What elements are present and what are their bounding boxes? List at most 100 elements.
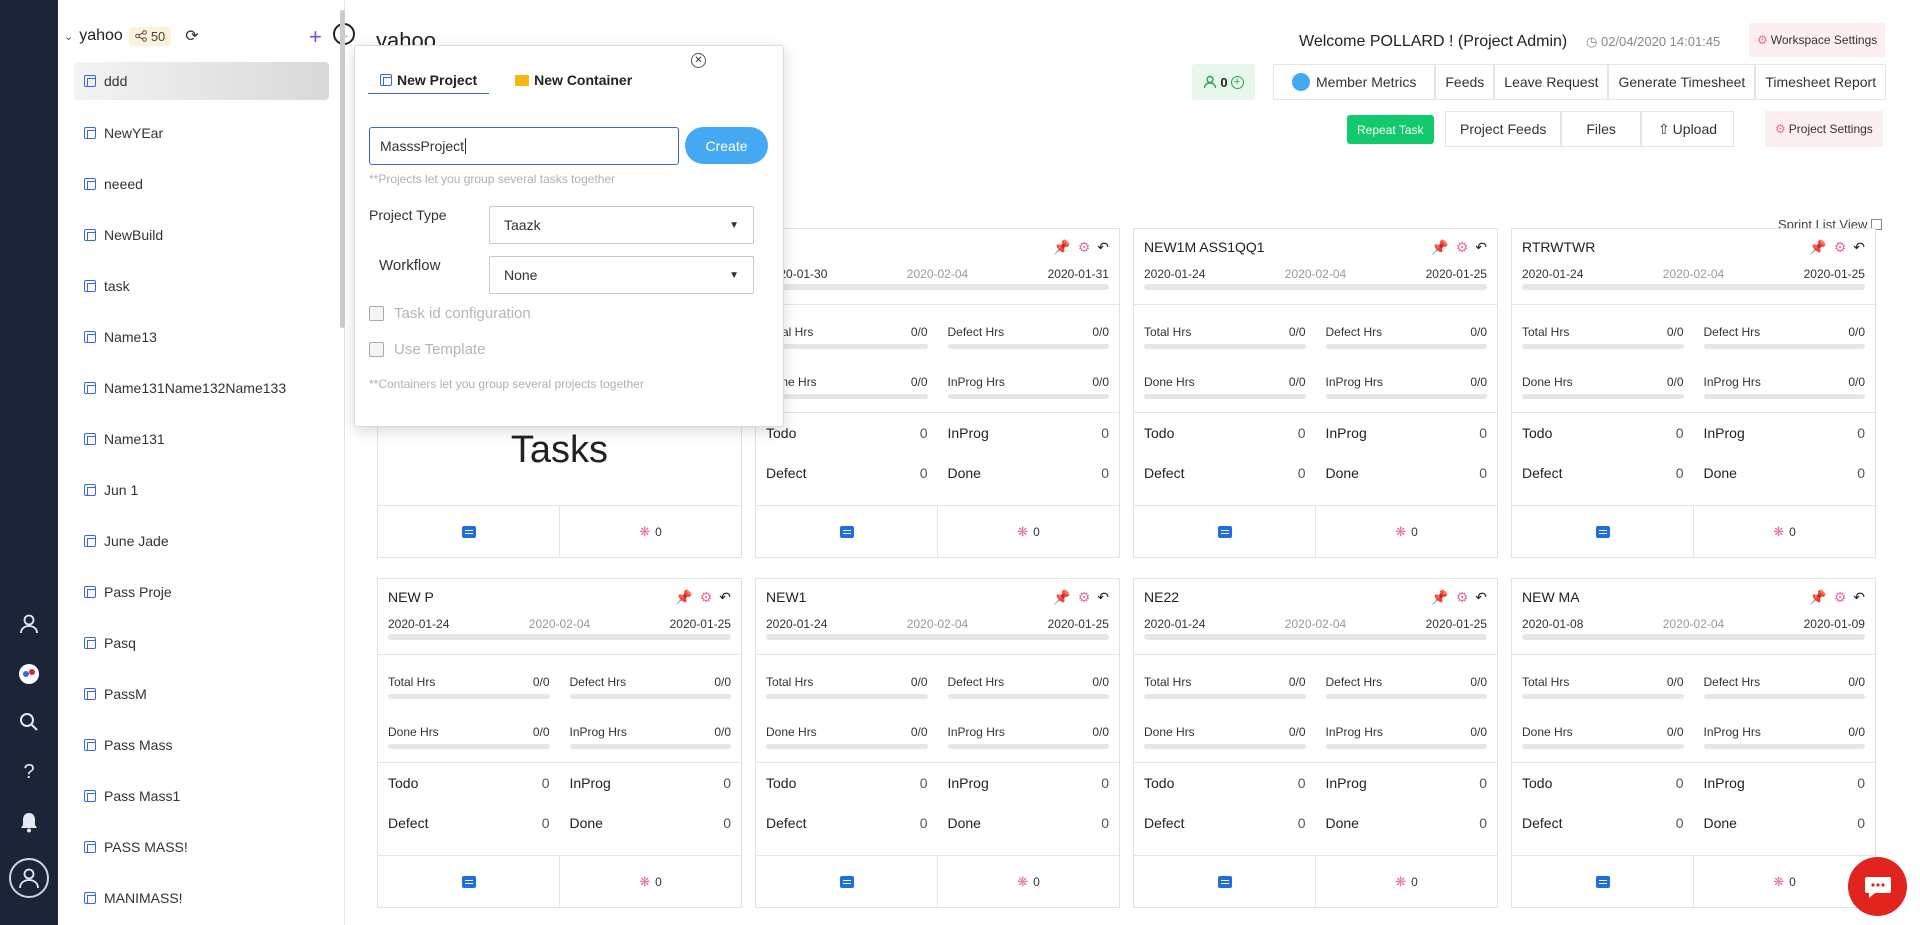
pin-icon[interactable]: 📌	[1809, 239, 1826, 264]
tab-new-container[interactable]: New Container	[503, 66, 644, 94]
sidebar-project-item[interactable]: NewYEar	[74, 107, 329, 158]
sidebar-project-item[interactable]: neeed	[74, 158, 329, 209]
card-title[interactable]: NEW MA	[1522, 589, 1580, 614]
undo-icon[interactable]: ↶	[1097, 589, 1109, 614]
tab-new-project[interactable]: New Project	[368, 66, 490, 94]
bugs-button[interactable]: ❋ 0	[559, 506, 741, 557]
tasks-list-button[interactable]	[1134, 856, 1315, 907]
pin-icon[interactable]: 📌	[1809, 589, 1826, 614]
bugs-button[interactable]: ❋ 0	[1315, 856, 1497, 907]
sidebar-project-item[interactable]: Pass Mass1	[74, 770, 329, 821]
task-id-config-checkbox[interactable]	[369, 306, 384, 321]
undo-icon[interactable]: ↶	[1097, 239, 1109, 264]
sidebar-project-item[interactable]: Name131	[74, 413, 329, 464]
undo-icon[interactable]: ↶	[719, 589, 731, 614]
project-card[interactable]: NEW1M ASS1QQ1 📌 ⚙ ↶ 2020-01-24 2020-02-04 2020…	[1133, 228, 1498, 558]
tasks-list-button[interactable]	[378, 856, 559, 907]
sidebar-project-item[interactable]: NewBuild	[74, 209, 329, 260]
card-title[interactable]: NEW1M ASS1QQ1	[1144, 239, 1265, 264]
undo-icon[interactable]: ↶	[1475, 589, 1487, 614]
pin-icon[interactable]: 📌	[1431, 589, 1448, 614]
project-card[interactable]: RTRWTWR 📌 ⚙ ↶ 2020-01-24 2020-02-04 2020-01-25…	[1511, 228, 1876, 558]
workspace-settings-button[interactable]: ⚙ Workspace Settings	[1749, 23, 1886, 57]
sidebar-project-item[interactable]: Pasq	[74, 617, 329, 668]
undo-icon[interactable]: ↶	[1475, 239, 1487, 264]
project-type-select[interactable]: Taazk ▼	[489, 206, 754, 244]
bugs-button[interactable]: ❋ 0	[559, 856, 741, 907]
sidebar-project-item[interactable]: MANIMASS!	[74, 872, 329, 923]
apps-icon[interactable]	[15, 660, 43, 688]
workspace-header[interactable]: ⌄ yahoo 50 ⟳	[64, 26, 199, 46]
project-settings-button[interactable]: ⚙ Project Settings	[1765, 111, 1883, 147]
sidebar-project-item[interactable]: Jun 1	[74, 464, 329, 515]
tasks-list-button[interactable]	[1134, 506, 1315, 557]
gear-icon[interactable]: ⚙	[700, 589, 713, 614]
project-card[interactable]: NE22 📌 ⚙ ↶ 2020-01-24 2020-02-04 2020-01-25 Tot…	[1133, 578, 1498, 908]
gear-icon[interactable]: ⚙	[1834, 239, 1847, 264]
pin-icon[interactable]: 📌	[1053, 589, 1070, 614]
account-icon[interactable]	[9, 858, 49, 898]
add-member-icon[interactable]: +	[1230, 75, 1244, 89]
sidebar-project-item[interactable]: Pass Mass	[74, 719, 329, 770]
tasks-list-button[interactable]	[756, 506, 937, 557]
generate-timesheet-button[interactable]: Generate Timesheet	[1608, 64, 1756, 100]
add-project-button[interactable]: +	[309, 24, 322, 50]
member-count-badge[interactable]: 0 +	[1192, 64, 1255, 100]
bugs-button[interactable]: ❋ 0	[937, 506, 1119, 557]
project-card[interactable]: NEW1 📌 ⚙ ↶ 2020-01-24 2020-02-04 2020-01-25 Tot…	[755, 578, 1120, 908]
files-button[interactable]: Files	[1561, 111, 1641, 147]
sidebar-project-item[interactable]: task	[74, 260, 329, 311]
sidebar-project-item[interactable]: PassM	[74, 668, 329, 719]
tasks-list-button[interactable]	[1512, 506, 1693, 557]
gear-icon[interactable]: ⚙	[1078, 589, 1091, 614]
sidebar-project-item[interactable]: PASS MASS!	[74, 821, 329, 872]
search-icon[interactable]	[15, 708, 43, 736]
leave-request-button[interactable]: Leave Request	[1494, 64, 1609, 100]
create-button[interactable]: Create	[685, 127, 768, 164]
sidebar-project-item[interactable]: Name131Name132Name133	[74, 362, 329, 413]
use-template-option[interactable]: Use Template	[369, 341, 485, 358]
timesheet-report-button[interactable]: Timesheet Report	[1755, 64, 1887, 100]
card-title[interactable]: NE22	[1144, 589, 1179, 614]
project-card[interactable]: 2📌⚙↶2020-01-302020-02-042020-01-31Total …	[755, 228, 1120, 558]
pin-icon[interactable]: 📌	[1053, 239, 1070, 264]
task-id-config-option[interactable]: Task id configuration	[369, 305, 531, 322]
sidebar-project-item[interactable]: June Jade	[74, 515, 329, 566]
project-card[interactable]: NEW MA 📌 ⚙ ↶ 2020-01-08 2020-02-04 2020-01-09 T…	[1511, 578, 1876, 908]
tasks-list-button[interactable]	[756, 856, 937, 907]
undo-icon[interactable]: ↶	[1853, 589, 1865, 614]
workflow-select[interactable]: None ▼	[489, 256, 754, 294]
gear-icon[interactable]: ⚙	[1456, 239, 1469, 264]
refresh-icon[interactable]: ⟳	[185, 26, 198, 46]
pin-icon[interactable]: 📌	[675, 589, 692, 614]
workspace-name[interactable]: yahoo	[79, 27, 123, 45]
project-feeds-button[interactable]: Project Feeds	[1445, 111, 1562, 147]
project-card[interactable]: NEW P 📌 ⚙ ↶ 2020-01-24 2020-02-04 2020-01-25 To…	[377, 578, 742, 908]
project-name-input[interactable]: MasssProject	[369, 127, 679, 165]
gear-icon[interactable]: ⚙	[1078, 239, 1091, 264]
bugs-button[interactable]: ❋ 0	[937, 856, 1119, 907]
close-icon[interactable]: ✕	[691, 53, 706, 68]
member-metrics-button[interactable]: Member Metrics	[1273, 64, 1436, 100]
bugs-button[interactable]: ❋ 0	[1315, 506, 1497, 557]
sidebar-project-item[interactable]: Pass Proje	[74, 566, 329, 617]
bell-icon[interactable]	[15, 808, 43, 836]
sidebar-scrollbar[interactable]	[340, 10, 345, 328]
chat-button[interactable]	[1848, 857, 1907, 916]
sidebar-project-item[interactable]: Name13	[74, 311, 329, 362]
share-count-badge[interactable]: 50	[128, 26, 172, 46]
undo-icon[interactable]: ↶	[1853, 239, 1865, 264]
chevron-down-icon[interactable]: ⌄	[64, 30, 73, 43]
card-title[interactable]: RTRWTWR	[1522, 239, 1595, 264]
sidebar-project-item[interactable]: ddd	[74, 62, 329, 100]
tasks-list-button[interactable]	[1512, 856, 1693, 907]
upload-button[interactable]: ⇧ Upload	[1640, 111, 1735, 147]
gear-icon[interactable]: ⚙	[1456, 589, 1469, 614]
help-icon[interactable]: ?	[15, 758, 43, 786]
card-title[interactable]: NEW P	[388, 589, 434, 614]
gear-icon[interactable]: ⚙	[1834, 589, 1847, 614]
use-template-checkbox[interactable]	[369, 342, 384, 357]
repeat-task-button[interactable]: Repeat Task	[1347, 115, 1434, 144]
card-title[interactable]: NEW1	[766, 589, 806, 614]
feeds-button[interactable]: Feeds	[1435, 64, 1495, 100]
